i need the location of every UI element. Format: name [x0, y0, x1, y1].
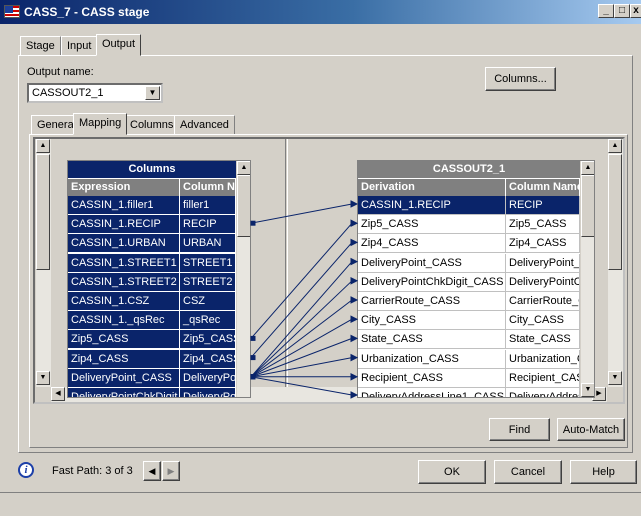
arrow-icon	[350, 391, 359, 399]
arrow-icon	[350, 219, 359, 228]
mapping-link-line	[250, 337, 353, 378]
fast-path-label: Fast Path: 3 of 3	[52, 465, 133, 477]
tab-mapping[interactable]: Mapping	[73, 113, 128, 135]
status-bar	[0, 492, 641, 516]
mapping-link-line	[250, 280, 353, 378]
link-anchor	[250, 355, 256, 361]
mapping-link-line	[250, 222, 353, 339]
auto-match-button[interactable]: Auto-Match	[557, 418, 625, 441]
cancel-button[interactable]: Cancel	[494, 460, 562, 484]
mapping-link-line	[250, 261, 353, 378]
arrow-icon	[350, 372, 359, 381]
arrow-icon	[350, 315, 359, 324]
tab-output[interactable]: Output	[96, 34, 142, 56]
dialog-window: CASS_7 - CASS stage _ □ x Stage Input Ou…	[0, 0, 641, 516]
mapping-link-line	[250, 357, 353, 378]
arrow-icon	[350, 238, 359, 247]
link-anchor	[250, 220, 256, 226]
help-button[interactable]: Help	[570, 460, 637, 484]
arrow-icon	[350, 296, 359, 304]
fast-path-back-button[interactable]: ◀	[143, 461, 161, 481]
arrow-icon	[350, 334, 359, 343]
link-anchor	[250, 335, 256, 341]
arrow-icon	[350, 276, 359, 285]
arrow-icon	[350, 353, 359, 362]
ok-button[interactable]: OK	[418, 460, 486, 484]
mapping-link-line	[250, 318, 353, 378]
mapping-link-line	[250, 299, 353, 378]
arrow-icon	[350, 200, 359, 208]
link-anchor	[250, 374, 256, 380]
fast-path-forward-button[interactable]: ▶	[162, 461, 180, 481]
arrow-icon	[350, 257, 359, 266]
find-button[interactable]: Find	[489, 418, 550, 441]
mapping-link-line	[250, 376, 353, 396]
mapping-link-line	[250, 242, 353, 358]
info-icon: i	[18, 462, 34, 478]
mapping-link-line	[250, 203, 353, 224]
